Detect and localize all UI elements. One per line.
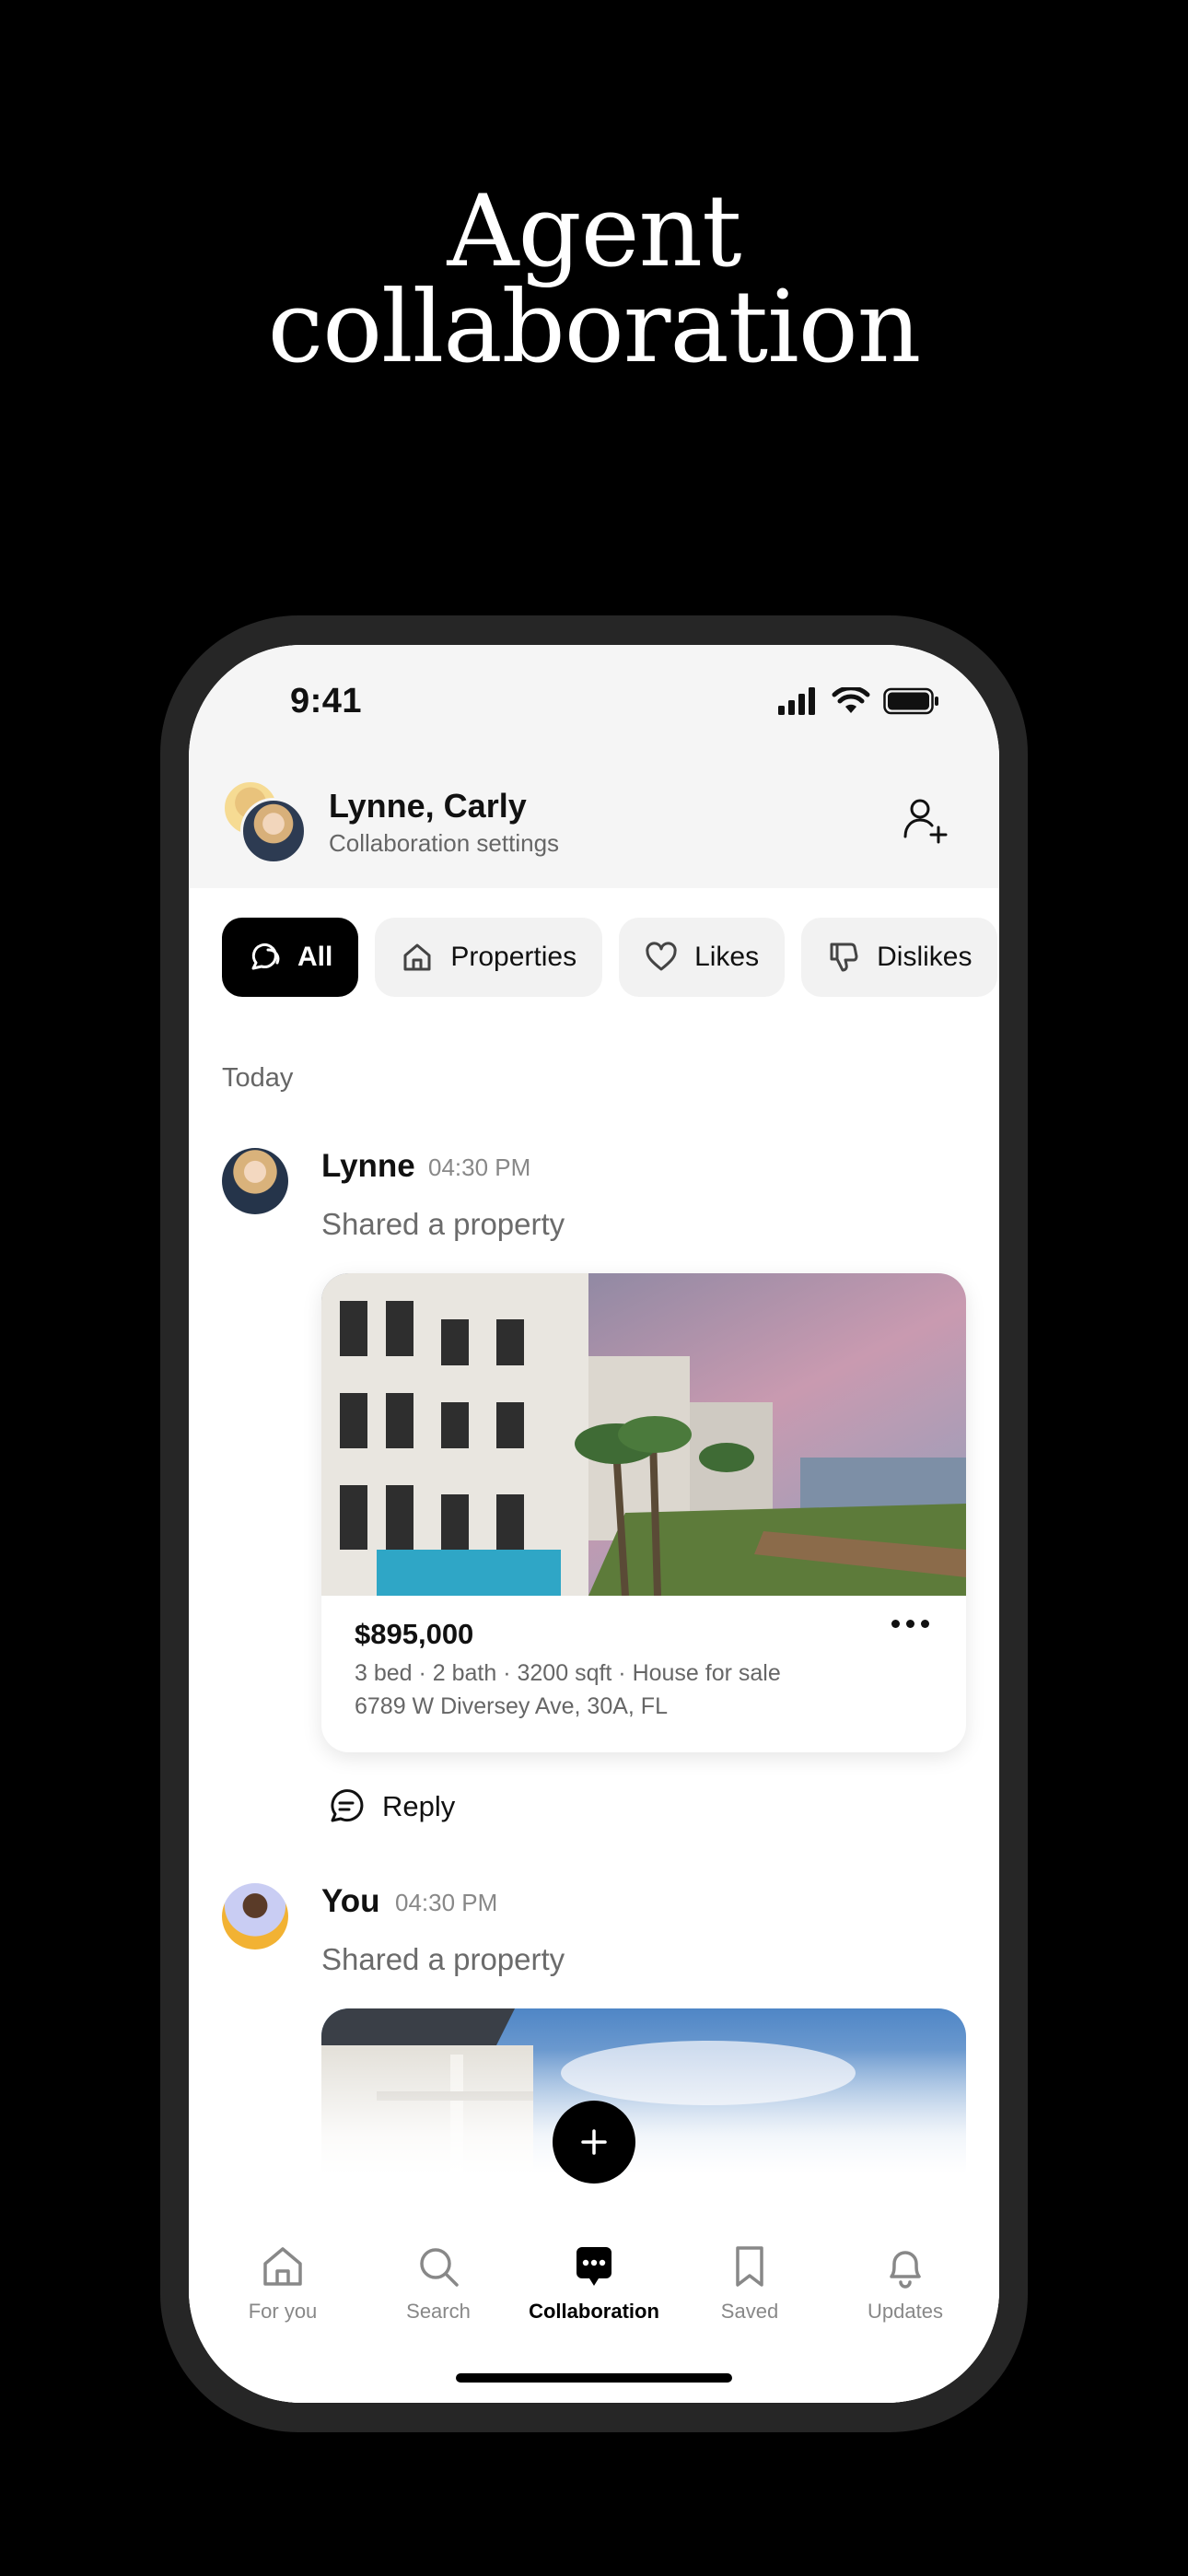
collaborators-names[interactable]: Lynne, Carly	[329, 787, 527, 825]
tab-label: Saved	[720, 2300, 779, 2323]
home-indicator[interactable]	[456, 2373, 732, 2383]
tab-label: Collaboration	[529, 2300, 659, 2323]
heart-icon	[646, 942, 677, 971]
more-options-icon[interactable]	[891, 1620, 929, 1628]
filter-chip-all[interactable]: All	[222, 918, 359, 997]
status-time: 9:41	[290, 682, 363, 720]
status-icons	[778, 687, 940, 715]
chat-bubbles-icon	[251, 943, 280, 970]
tab-updates[interactable]: Updates	[827, 2239, 984, 2324]
tab-label: Updates	[868, 2300, 943, 2323]
tab-saved[interactable]: Saved	[671, 2239, 828, 2324]
filter-chip-dislikes[interactable]: Dislikes	[801, 918, 998, 997]
tab-label: For you	[248, 2300, 318, 2323]
cellular-signal-icon	[778, 687, 815, 715]
section-heading-today: Today	[222, 1063, 294, 1093]
search-icon	[420, 2248, 459, 2287]
message-author: Lynne	[321, 1148, 415, 1184]
home-icon	[403, 943, 431, 971]
tab-collaboration[interactable]: Collaboration	[516, 2239, 672, 2324]
new-message-button[interactable]	[553, 2101, 635, 2184]
property-photo	[321, 1273, 966, 1596]
filter-chip-properties[interactable]: Properties	[375, 918, 603, 997]
add-user-icon[interactable]	[898, 792, 953, 848]
filter-chip-label: Properties	[450, 942, 577, 972]
filter-chip-label: All	[297, 942, 333, 972]
collaboration-settings-link[interactable]: Collaboration settings	[329, 829, 559, 858]
headline-line-1: Agent	[447, 174, 742, 289]
marketing-headline: Agent collaboration	[0, 174, 1188, 385]
message-time: 04:30 PM	[395, 1889, 498, 1916]
battery-icon	[883, 687, 938, 715]
tab-label: Search	[406, 2300, 471, 2323]
reply-bubble-icon	[331, 1789, 364, 1822]
avatar[interactable]	[222, 1883, 288, 1950]
wifi-icon	[832, 687, 870, 713]
filter-chip-likes[interactable]: Likes	[619, 918, 786, 997]
tab-search[interactable]: Search	[360, 2239, 517, 2324]
property-address: 6789 W Diversey Ave, 30A, FL	[355, 1693, 668, 1719]
avatar	[240, 798, 307, 864]
bell-icon	[890, 2251, 921, 2289]
tab-for-you[interactable]: For you	[204, 2239, 361, 2324]
home-icon	[263, 2247, 302, 2286]
filter-chip-label: Dislikes	[877, 942, 973, 972]
collaboration-header: Lynne, Carly Collaboration settings	[189, 759, 999, 888]
message-text: Shared a property	[321, 1207, 565, 1241]
chat-bubble-icon	[577, 2247, 611, 2286]
property-price: $895,000	[355, 1618, 474, 1650]
thumbs-down-icon	[830, 943, 858, 972]
message-text: Shared a property	[321, 1942, 565, 1976]
reply-button[interactable]: Reply	[327, 1787, 455, 1826]
property-details: 3 bed · 2 bath · 3200 sqft · House for s…	[355, 1660, 781, 1686]
property-card[interactable]: $895,000 3 bed · 2 bath · 3200 sqft · Ho…	[321, 1273, 966, 1752]
avatar[interactable]	[222, 1148, 288, 1214]
participants-avatars[interactable]	[222, 779, 310, 868]
filter-chip-label: Likes	[694, 942, 760, 972]
reply-label: Reply	[382, 1790, 456, 1822]
headline-line-2: collaboration	[267, 270, 922, 385]
message-time: 04:30 PM	[428, 1153, 531, 1181]
plus-icon	[581, 2129, 607, 2155]
status-bar: 9:41	[189, 645, 999, 759]
filter-chips: All Properties Likes Dislikes	[222, 918, 998, 997]
message-author: You	[321, 1883, 380, 1919]
bookmark-icon	[736, 2246, 763, 2287]
phone-screen: 9:41 Lynne, Carly Collaboration settings…	[189, 645, 999, 2403]
